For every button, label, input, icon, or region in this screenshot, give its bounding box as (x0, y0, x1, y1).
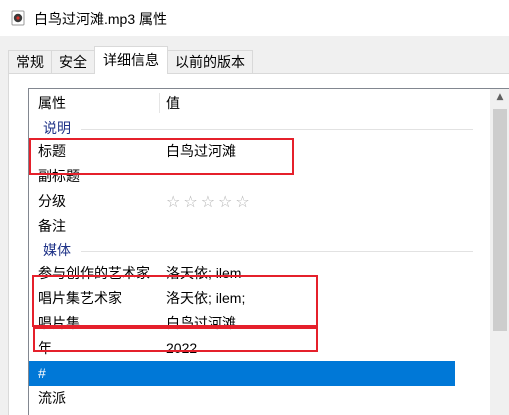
property-value[interactable]: 白鸟过河滩 (166, 139, 236, 164)
audio-file-icon (11, 10, 25, 26)
column-header-value[interactable]: 值 (166, 89, 180, 117)
column-header-property[interactable]: 属性 (38, 89, 66, 117)
scroll-thumb[interactable] (493, 109, 507, 331)
group-label: 媒体 (43, 242, 71, 258)
row-track-number[interactable]: # (29, 361, 455, 386)
group-header-media: 媒体 (29, 239, 491, 261)
title-bar: 白鸟过河滩.mp3 属性 (0, 0, 509, 36)
tab-security[interactable]: 安全 (51, 50, 95, 74)
property-name: 唱片集艺术家 (38, 290, 122, 306)
property-name: 年 (38, 340, 52, 356)
property-value[interactable]: 2022 (166, 336, 197, 361)
property-name: 分级 (38, 193, 66, 209)
row-album[interactable]: 唱片集 白鸟过河滩 (29, 311, 469, 336)
tab-details[interactable]: 详细信息 (94, 46, 168, 74)
star-rating[interactable]: ☆☆☆☆☆ (166, 189, 253, 214)
tab-general[interactable]: 常规 (8, 50, 52, 74)
property-value[interactable]: 洛天依; ilem; (166, 286, 245, 311)
property-name: # (38, 365, 46, 381)
group-divider (81, 251, 473, 252)
window-title: 白鸟过河滩.mp3 属性 (34, 11, 168, 27)
vertical-scrollbar[interactable]: ▲ (490, 89, 509, 415)
row-rating[interactable]: 分级 ☆☆☆☆☆ (29, 189, 469, 214)
scroll-up-arrow-icon[interactable]: ▲ (490, 89, 509, 106)
row-album-artist[interactable]: 唱片集艺术家 洛天依; ilem; (29, 286, 469, 311)
list-header: 属性 值 (29, 89, 491, 117)
property-name: 备注 (38, 218, 66, 234)
property-name: 流派 (38, 390, 66, 406)
property-value[interactable]: 洛天依; ilem (166, 261, 241, 286)
group-label: 说明 (43, 120, 71, 136)
row-title[interactable]: 标题 白鸟过河滩 (29, 139, 469, 164)
row-contributing-artists[interactable]: 参与创作的艺术家 洛天依; ilem (29, 261, 469, 286)
tab-strip: 常规 安全 详细信息 以前的版本 (8, 46, 253, 74)
details-list[interactable]: 属性 值 说明 标题 白鸟过河滩 副标题 分级 ☆☆☆☆☆ 备注 媒体 参与创作… (28, 88, 509, 415)
property-name: 标题 (38, 143, 66, 159)
property-name: 参与创作的艺术家 (38, 265, 150, 281)
row-genre[interactable]: 流派 (29, 386, 469, 411)
property-value[interactable]: 白鸟过河滩 (166, 311, 236, 336)
details-panel: 属性 值 说明 标题 白鸟过河滩 副标题 分级 ☆☆☆☆☆ 备注 媒体 参与创作… (8, 73, 509, 415)
group-divider (81, 129, 473, 130)
column-divider[interactable] (159, 93, 160, 113)
row-subtitle[interactable]: 副标题 (29, 164, 469, 189)
dialog-body: 常规 安全 详细信息 以前的版本 属性 值 说明 标题 白鸟过河滩 副标题 分级… (0, 36, 509, 415)
row-year[interactable]: 年 2022 (29, 336, 469, 361)
property-name: 副标题 (38, 168, 80, 184)
tab-previous-versions[interactable]: 以前的版本 (167, 50, 253, 74)
property-name: 唱片集 (38, 315, 80, 331)
row-comments[interactable]: 备注 (29, 214, 469, 239)
group-header-description: 说明 (29, 117, 491, 139)
